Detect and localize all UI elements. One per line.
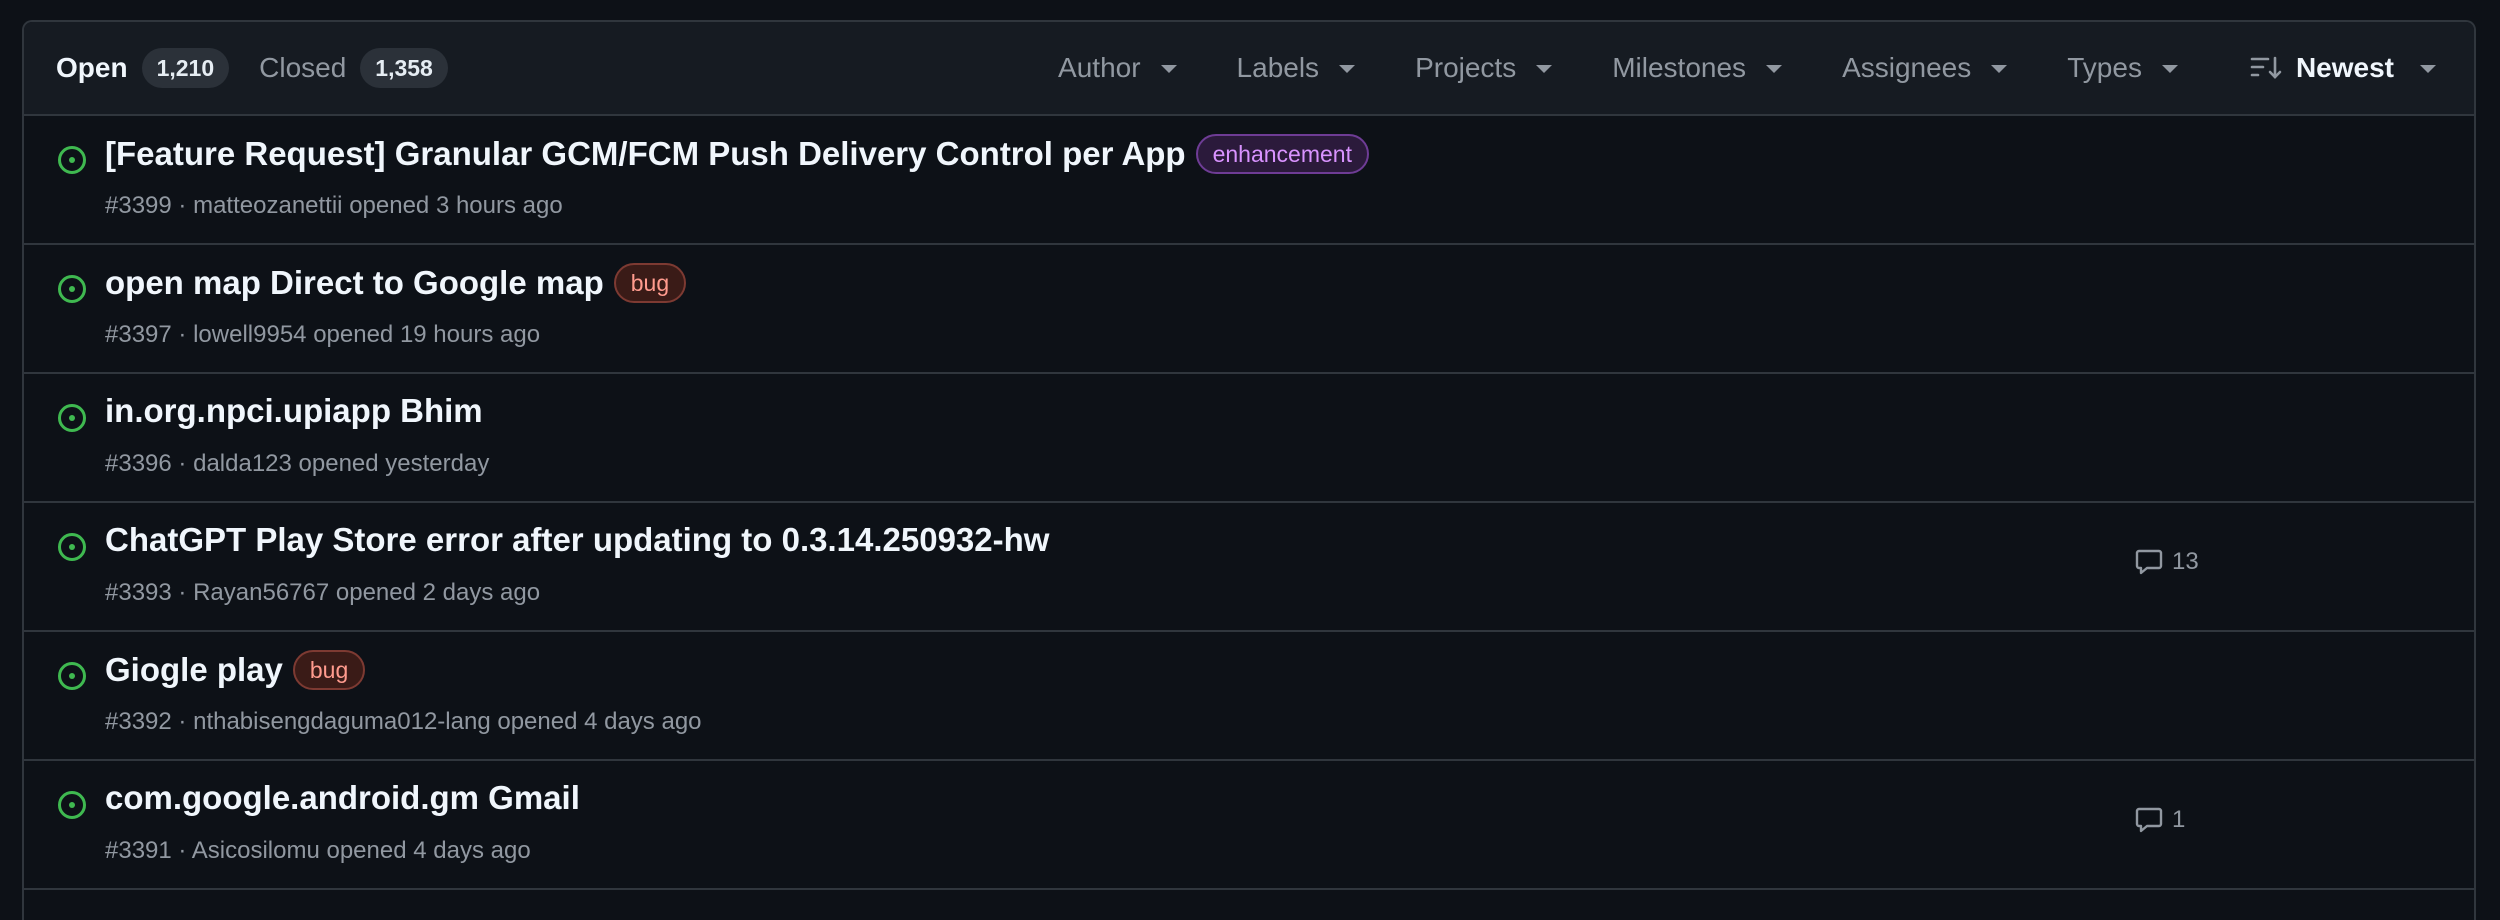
milestones-filter-label: Milestones [1612, 52, 1747, 83]
issue-opened-time: opened yesterday [298, 450, 490, 477]
issue-author-link[interactable]: nthabisengdaguma012-lang [193, 708, 491, 735]
chevron-down-icon [1339, 65, 1356, 73]
issues-list-box: Open 1,210 Closed 1,358 Author Labels Pr… [22, 20, 2476, 920]
issue-author-link[interactable]: lowell9954 [193, 321, 306, 348]
issue-meta: #3391 · Asicosilomu opened 4 days ago [105, 837, 531, 865]
comment-count: 13 [2172, 548, 2199, 575]
meta-separator: · [178, 708, 194, 735]
issue-meta: #3397 · lowell9954 opened 19 hours ago [105, 321, 540, 349]
issue-opened-time: opened 4 days ago [326, 837, 531, 864]
issue-title-link[interactable]: open map Direct to Google map [105, 264, 604, 302]
comment-icon [2135, 807, 2163, 833]
labels-filter-label: Labels [1236, 52, 1320, 83]
issues-list-header: Open 1,210 Closed 1,358 Author Labels Pr… [24, 22, 2474, 116]
issue-opened-time: opened 4 days ago [497, 708, 702, 735]
meta-separator: · [178, 579, 194, 606]
comment-count: 1 [2172, 806, 2186, 833]
issue-row[interactable]: com.google.android.gm Gmail #3391 · Asic… [24, 761, 2474, 890]
issue-number: #3392 [105, 708, 172, 735]
issue-author-link[interactable]: matteozanettii [193, 192, 342, 219]
meta-separator: · [178, 192, 194, 219]
issue-row[interactable]: [Feature Request] Granular GCM/FCM Push … [24, 116, 2474, 245]
assignees-filter-label: Assignees [1842, 52, 1972, 83]
milestones-filter-dropdown[interactable]: Milestones [1612, 52, 1783, 84]
issue-opened-time: opened 3 hours ago [349, 192, 563, 219]
chevron-down-icon [1766, 65, 1783, 73]
closed-count-badge: 1,358 [360, 48, 448, 88]
issue-row[interactable]: open map Direct to Google map bug #3397 … [24, 245, 2474, 374]
chevron-down-icon [2420, 65, 2436, 73]
issue-meta: #3399 · matteozanettii opened 3 hours ag… [105, 192, 563, 220]
comments-link[interactable]: 13 [2134, 547, 2199, 577]
issue-opened-icon [58, 662, 86, 690]
issue-meta: #3392 · nthabisengdaguma012-lang opened … [105, 708, 702, 736]
types-filter-dropdown[interactable]: Types [2067, 52, 2178, 84]
issue-list: [Feature Request] Granular GCM/FCM Push … [24, 116, 2474, 890]
meta-separator: · [178, 450, 194, 477]
issue-opened-icon [58, 146, 86, 174]
issue-title-link[interactable]: ChatGPT Play Store error after updating … [105, 521, 1049, 559]
issue-number: #3393 [105, 579, 172, 606]
issue-opened-icon [58, 533, 86, 561]
issue-number: #3399 [105, 192, 172, 219]
issue-title-link[interactable]: com.google.android.gm Gmail [105, 779, 580, 817]
sort-dropdown[interactable]: Newest [2250, 52, 2436, 84]
closed-issues-tab[interactable]: Closed 1,358 [259, 48, 448, 88]
issue-number: #3397 [105, 321, 172, 348]
issue-author-link[interactable]: Rayan56767 [193, 579, 329, 606]
chevron-down-icon [1991, 65, 2008, 73]
comment-icon [2135, 549, 2163, 575]
meta-separator: · [178, 837, 192, 864]
issue-title-link[interactable]: in.org.npci.upiapp Bhim [105, 392, 483, 430]
sort-label: Newest [2295, 52, 2394, 83]
issue-row[interactable]: in.org.npci.upiapp Bhim #3396 · dalda123… [24, 374, 2474, 503]
bug-label[interactable]: bug [292, 650, 366, 690]
closed-tab-label: Closed [259, 52, 347, 83]
issue-row[interactable]: ChatGPT Play Store error after updating … [24, 503, 2474, 632]
filter-bar: Author Labels Projects Milestones Assign… [998, 52, 2436, 84]
issue-opened-icon [58, 791, 86, 819]
open-tab-label: Open [56, 52, 128, 83]
open-count-badge: 1,210 [141, 48, 230, 88]
assignees-filter-dropdown[interactable]: Assignees [1842, 52, 2008, 84]
bug-label[interactable]: bug [613, 263, 687, 303]
issue-opened-icon [58, 275, 86, 303]
issue-author-link[interactable]: Asicosilomu [192, 837, 320, 864]
author-filter-dropdown[interactable]: Author [1058, 52, 1177, 84]
projects-filter-label: Projects [1415, 52, 1517, 83]
types-filter-label: Types [2067, 52, 2142, 83]
chevron-down-icon [2161, 65, 2178, 73]
issue-title-link[interactable]: Giogle play [105, 651, 283, 689]
issue-opened-time: opened 19 hours ago [313, 321, 541, 348]
issue-opened-time: opened 2 days ago [335, 579, 541, 606]
meta-separator: · [178, 321, 194, 348]
author-filter-label: Author [1058, 52, 1141, 83]
issue-meta: #3396 · dalda123 opened yesterday [105, 450, 489, 478]
enhancement-label[interactable]: enhancement [1195, 134, 1369, 174]
sort-desc-icon [2250, 55, 2282, 81]
open-issues-tab[interactable]: Open 1,210 [56, 48, 230, 88]
projects-filter-dropdown[interactable]: Projects [1415, 52, 1553, 84]
issue-opened-icon [58, 404, 86, 432]
issue-row[interactable]: Giogle play bug #3392 · nthabisengdaguma… [24, 632, 2474, 761]
chevron-down-icon [1536, 65, 1553, 73]
issue-meta: #3393 · Rayan56767 opened 2 days ago [105, 579, 540, 607]
chevron-down-icon [1160, 65, 1177, 73]
issue-number: #3396 [105, 450, 172, 477]
issue-title-link[interactable]: [Feature Request] Granular GCM/FCM Push … [105, 135, 1186, 173]
comments-link[interactable]: 1 [2134, 805, 2185, 835]
issue-number: #3391 [105, 837, 172, 864]
issue-author-link[interactable]: dalda123 [193, 450, 292, 477]
labels-filter-dropdown[interactable]: Labels [1237, 52, 1356, 84]
